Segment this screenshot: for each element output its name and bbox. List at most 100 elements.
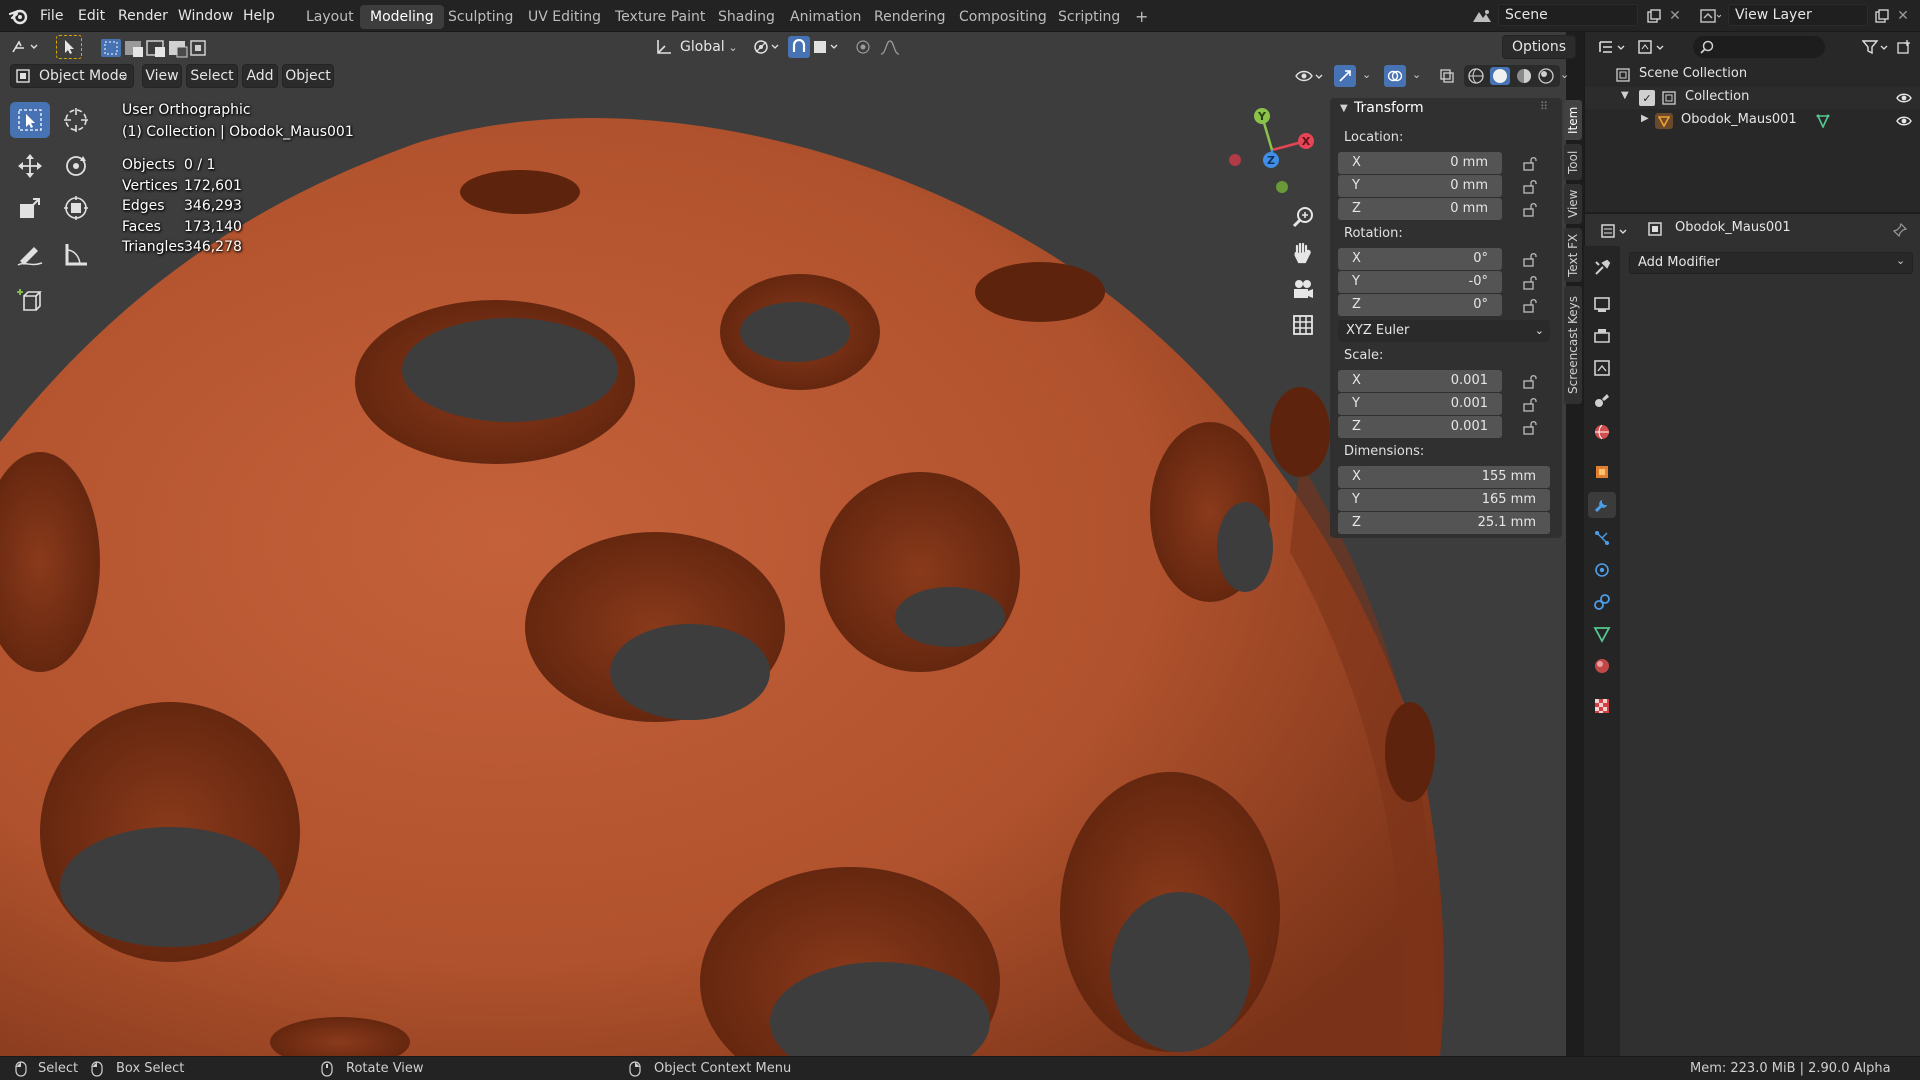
overlays-chevron-icon[interactable]: ⌄ bbox=[1412, 68, 1421, 81]
falloff-icon[interactable] bbox=[878, 36, 908, 58]
tab-layout[interactable]: Layout bbox=[296, 5, 364, 29]
tab-scripting[interactable]: Scripting bbox=[1048, 5, 1130, 29]
dimensions-y-field[interactable]: Y 165 mm bbox=[1338, 489, 1550, 511]
filter-icon[interactable] bbox=[1861, 36, 1891, 58]
dimensions-x-field[interactable]: X 155 mm bbox=[1338, 466, 1550, 488]
new-scene-icon[interactable] bbox=[1644, 6, 1664, 26]
lock-icon[interactable] bbox=[1522, 156, 1538, 172]
gizmo-y-axis[interactable]: Y bbox=[1254, 108, 1270, 124]
scale-y-field[interactable]: Y 0.001 bbox=[1338, 393, 1502, 415]
pin-icon[interactable] bbox=[1891, 221, 1909, 239]
collapse-arrow-icon[interactable]: ▼ bbox=[1340, 103, 1348, 114]
new-collection-icon[interactable] bbox=[1893, 36, 1915, 58]
transform-orientation-icon[interactable] bbox=[654, 36, 674, 58]
pivot-point-icon[interactable] bbox=[750, 36, 784, 58]
scene-properties-icon[interactable] bbox=[1590, 388, 1614, 412]
editor-type-icon[interactable] bbox=[8, 36, 44, 58]
proportional-editing-icon[interactable] bbox=[852, 36, 874, 58]
new-view-layer-icon[interactable] bbox=[1872, 6, 1892, 26]
rotation-z-field[interactable]: Z 0° bbox=[1338, 294, 1502, 316]
lock-icon[interactable] bbox=[1522, 397, 1538, 413]
tab-view[interactable]: View bbox=[1564, 184, 1582, 224]
xray-icon[interactable] bbox=[1436, 65, 1458, 87]
location-y-field[interactable]: Y 0 mm bbox=[1338, 175, 1502, 197]
menu-window[interactable]: Window bbox=[178, 0, 233, 32]
expand-arrow-icon[interactable]: ▼ bbox=[1621, 90, 1629, 101]
annotate-tool[interactable] bbox=[10, 236, 50, 272]
expand-arrow-icon[interactable]: ▶ bbox=[1641, 113, 1649, 124]
tab-compositing[interactable]: Compositing bbox=[949, 5, 1057, 29]
outliner-search-input[interactable] bbox=[1693, 36, 1825, 58]
options-dropdown[interactable]: Options bbox=[1502, 35, 1576, 59]
transform-tool[interactable] bbox=[56, 190, 96, 226]
menu-file[interactable]: File bbox=[40, 0, 63, 32]
visibility-icon[interactable] bbox=[1292, 65, 1328, 87]
grid-view-icon[interactable] bbox=[1290, 312, 1316, 338]
menu-object[interactable]: Object bbox=[282, 64, 334, 88]
panel-title[interactable]: Transform bbox=[1354, 100, 1424, 116]
view-layer-properties-icon[interactable] bbox=[1590, 356, 1614, 380]
snap-target-icon[interactable] bbox=[812, 36, 842, 58]
material-properties-icon[interactable] bbox=[1590, 654, 1614, 678]
measure-tool[interactable] bbox=[56, 236, 96, 272]
constraints-properties-icon[interactable] bbox=[1590, 590, 1614, 614]
drag-handle-icon[interactable]: ⠿ bbox=[1540, 100, 1548, 113]
rotation-x-field[interactable]: X 0° bbox=[1338, 248, 1502, 270]
rotation-y-field[interactable]: Y -0° bbox=[1338, 271, 1502, 293]
shading-mode-icons[interactable] bbox=[1464, 65, 1560, 87]
lock-icon[interactable] bbox=[1522, 275, 1538, 291]
lock-icon[interactable] bbox=[1522, 179, 1538, 195]
add-cube-tool[interactable] bbox=[10, 282, 50, 318]
gizmo-z-axis[interactable]: Z bbox=[1263, 152, 1279, 168]
select-tool-icon[interactable] bbox=[56, 35, 82, 59]
scene-icon[interactable] bbox=[1468, 6, 1496, 26]
output-properties-icon[interactable] bbox=[1590, 324, 1614, 348]
outliner-row-collection[interactable]: ▼ ✓ Collection bbox=[1585, 87, 1920, 109]
close-view-layer-icon[interactable]: ✕ bbox=[1894, 6, 1912, 26]
tweak-select-tool[interactable] bbox=[10, 102, 50, 138]
lock-icon[interactable] bbox=[1522, 374, 1538, 390]
tab-tool[interactable]: Tool bbox=[1564, 144, 1582, 180]
pan-hand-icon[interactable] bbox=[1290, 240, 1316, 266]
tab-text-fx[interactable]: Text FX bbox=[1564, 228, 1582, 282]
mesh-data-icon[interactable] bbox=[1815, 113, 1831, 129]
texture-properties-icon[interactable] bbox=[1590, 694, 1614, 718]
cursor-tool[interactable] bbox=[56, 102, 96, 138]
tab-modeling[interactable]: Modeling bbox=[360, 5, 444, 29]
camera-view-icon[interactable] bbox=[1290, 276, 1316, 302]
navigation-gizmo[interactable]: X Y Z bbox=[1222, 100, 1322, 200]
blender-logo-icon[interactable] bbox=[8, 6, 30, 26]
shading-chevron-icon[interactable]: ⌄ bbox=[1560, 68, 1569, 81]
display-mode-icon[interactable] bbox=[1635, 36, 1669, 58]
menu-view[interactable]: View bbox=[142, 64, 182, 88]
tab-sculpting[interactable]: Sculpting bbox=[438, 5, 523, 29]
menu-edit[interactable]: Edit bbox=[78, 0, 105, 32]
scene-name-field[interactable]: Scene bbox=[1498, 4, 1638, 26]
outliner-editor-type-icon[interactable] bbox=[1597, 36, 1629, 58]
move-tool[interactable] bbox=[10, 148, 50, 184]
lock-icon[interactable] bbox=[1522, 298, 1538, 314]
transform-orientation-dropdown[interactable]: Global bbox=[680, 35, 725, 59]
overlays-icon[interactable] bbox=[1384, 65, 1406, 87]
menu-add[interactable]: Add bbox=[242, 64, 278, 88]
object-properties-icon[interactable] bbox=[1590, 460, 1614, 484]
tab-screencast-keys[interactable]: Screencast Keys bbox=[1564, 286, 1582, 404]
scale-x-field[interactable]: X 0.001 bbox=[1338, 370, 1502, 392]
render-properties-icon[interactable] bbox=[1590, 292, 1614, 316]
tab-item[interactable]: Item bbox=[1564, 100, 1582, 140]
location-z-field[interactable]: Z 0 mm bbox=[1338, 198, 1502, 220]
menu-render[interactable]: Render bbox=[118, 0, 168, 32]
lock-icon[interactable] bbox=[1522, 420, 1538, 436]
outliner-row-object[interactable]: ▶ Obodok_Maus001 bbox=[1585, 110, 1920, 132]
menu-select[interactable]: Select bbox=[186, 64, 238, 88]
eye-icon[interactable] bbox=[1895, 90, 1913, 106]
zoom-icon[interactable] bbox=[1290, 204, 1316, 230]
checkbox-icon[interactable]: ✓ bbox=[1639, 90, 1655, 106]
selection-mode-icons[interactable] bbox=[100, 37, 208, 59]
location-x-field[interactable]: X 0 mm bbox=[1338, 152, 1502, 174]
mesh-data-properties-icon[interactable] bbox=[1590, 622, 1614, 646]
outliner-row-scene-collection[interactable]: Scene Collection bbox=[1585, 64, 1920, 86]
view-layer-icon[interactable] bbox=[1696, 6, 1724, 26]
gizmo-chevron-icon[interactable]: ⌄ bbox=[1362, 68, 1371, 81]
gizmo-toggle-icon[interactable] bbox=[1334, 65, 1356, 87]
